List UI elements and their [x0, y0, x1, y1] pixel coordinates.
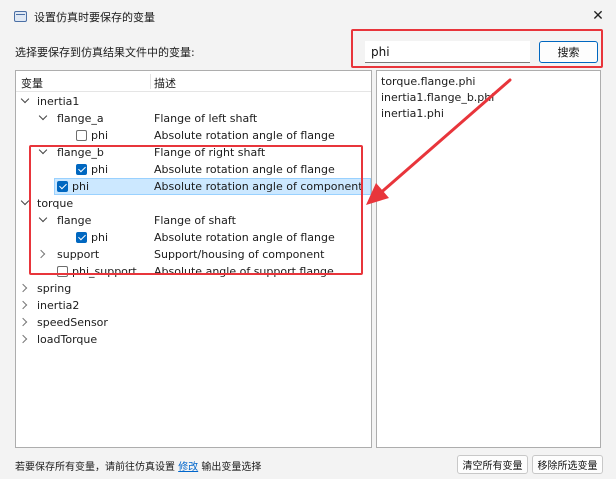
variable-checkbox[interactable]	[76, 232, 87, 243]
tree-header: 变量 描述	[16, 71, 371, 92]
prompt-label: 选择要保存到仿真结果文件中的变量:	[15, 46, 195, 59]
tree-row-description: Absolute rotation angle of flange	[154, 129, 335, 142]
clear-all-variables-button[interactable]: 清空所有变量	[457, 455, 528, 474]
tree-row[interactable]: phi_support Absolute angle of support fla…	[16, 263, 371, 280]
variable-checkbox[interactable]	[76, 164, 87, 175]
variable-checkbox[interactable]	[76, 130, 87, 141]
chevron-right-icon[interactable]	[20, 317, 30, 327]
variable-tree[interactable]: 变量 描述 inertia1 flange_a Flange of left sha…	[15, 70, 372, 448]
chevron-right-icon[interactable]	[38, 249, 48, 259]
close-button[interactable]: ✕	[586, 5, 610, 27]
tree-row-variable: phi_support	[72, 265, 137, 278]
result-item[interactable]: inertia1.flange_b.phi	[381, 90, 494, 106]
tree-row-variable: spring	[37, 282, 72, 295]
tree-row[interactable]: flange_a Flange of left shaft	[16, 110, 371, 127]
footer-text-after: 输出变量选择	[198, 462, 262, 473]
chevron-down-icon[interactable]	[38, 147, 48, 157]
variable-checkbox[interactable]	[57, 266, 68, 277]
tree-row[interactable]: phi Absolute rotation angle of flange	[16, 127, 371, 144]
tree-row-variable: phi	[72, 180, 90, 193]
tree-row-variable: flange_b	[57, 146, 104, 159]
tree-row[interactable]: support Support/housing of component	[16, 246, 371, 263]
tree-row-description: Support/housing of component	[154, 248, 325, 261]
tree-row-variable: support	[57, 248, 100, 261]
tree-row[interactable]: spring	[16, 280, 371, 297]
tree-row-variable: inertia2	[37, 299, 80, 312]
tree-row-description: Absolute rotation angle of component	[154, 180, 363, 193]
tree-row-variable: flange	[57, 214, 92, 227]
variable-column-header[interactable]: 变量	[21, 75, 43, 91]
window-title: 设置仿真时要保存的变量	[34, 11, 155, 24]
tree-row-description: Flange of left shaft	[154, 112, 258, 125]
tree-row[interactable]: phi Absolute rotation angle of flange	[16, 229, 371, 246]
tree-row-variable: loadTorque	[37, 333, 98, 346]
selected-variables-list[interactable]: torque.flange.phi inertia1.flange_b.phi in…	[376, 70, 601, 448]
search-input[interactable]	[365, 41, 530, 63]
tree-row[interactable]: phi Absolute rotation angle of component	[54, 178, 371, 195]
column-divider[interactable]	[150, 74, 151, 89]
tree-row-description: Flange of right shaft	[154, 146, 266, 159]
tree-row[interactable]: flange_b Flange of right shaft	[16, 144, 371, 161]
tree-row-variable: speedSensor	[37, 316, 108, 329]
chevron-down-icon[interactable]	[20, 198, 30, 208]
modify-settings-link[interactable]: 修改	[178, 462, 198, 473]
chevron-right-icon[interactable]	[20, 300, 30, 310]
chevron-right-icon[interactable]	[20, 334, 30, 344]
tree-row-variable: phi	[91, 163, 109, 176]
title-bar: 设置仿真时要保存的变量 ✕	[0, 0, 616, 32]
result-item[interactable]: torque.flange.phi	[381, 74, 476, 90]
tree-row[interactable]: loadTorque	[16, 331, 371, 348]
tree-row-variable: phi	[91, 231, 109, 244]
tree-row-variable: flange_a	[57, 112, 104, 125]
remove-selected-variables-button[interactable]: 移除所选变量	[532, 455, 603, 474]
footer-text-before: 若要保存所有变量，请前往仿真设置	[15, 462, 179, 473]
tree-row[interactable]: inertia2	[16, 297, 371, 314]
tree-row[interactable]: flange Flange of shaft	[16, 212, 371, 229]
tree-row-variable: torque	[37, 197, 74, 210]
chevron-down-icon[interactable]	[38, 215, 48, 225]
tree-row-variable: inertia1	[37, 95, 80, 108]
description-column-header[interactable]: 描述	[154, 75, 176, 91]
chevron-right-icon[interactable]	[20, 283, 30, 293]
variable-checkbox[interactable]	[57, 181, 68, 192]
footer-note: 若要保存所有变量，请前往仿真设置 修改 输出变量选择	[15, 458, 261, 473]
search-button[interactable]: 搜索	[539, 41, 598, 63]
tree-row-description: Absolute rotation angle of flange	[154, 231, 335, 244]
tree-row-description: Absolute angle of support flange	[154, 265, 334, 278]
window-app-icon	[14, 11, 27, 22]
tree-row[interactable]: phi Absolute rotation angle of flange	[16, 161, 371, 178]
tree-row-variable: phi	[91, 129, 109, 142]
tree-row[interactable]: torque	[16, 195, 371, 212]
tree-row-description: Flange of shaft	[154, 214, 236, 227]
chevron-down-icon[interactable]	[38, 113, 48, 123]
chevron-down-icon[interactable]	[20, 96, 30, 106]
tree-row[interactable]: inertia1	[16, 93, 371, 110]
tree-row[interactable]: speedSensor	[16, 314, 371, 331]
tree-row-description: Absolute rotation angle of flange	[154, 163, 335, 176]
result-item[interactable]: inertia1.phi	[381, 106, 444, 122]
